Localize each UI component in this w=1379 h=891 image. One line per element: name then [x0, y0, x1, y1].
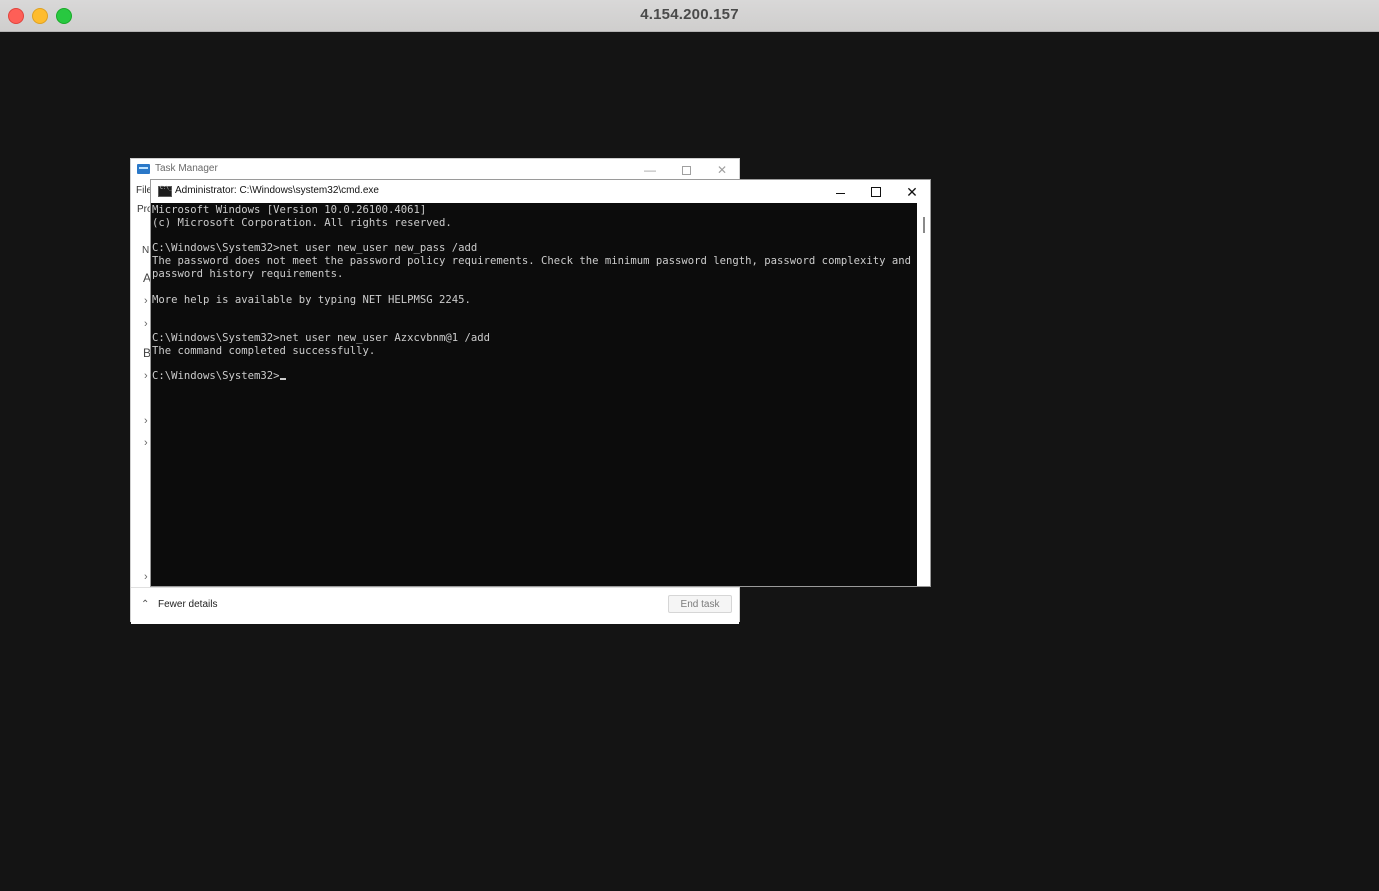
cmd-minimize-button[interactable]: [825, 182, 855, 202]
console-output: Microsoft Windows [Version 10.0.26100.40…: [152, 204, 911, 383]
expand-chevron-icon[interactable]: ›: [144, 318, 148, 330]
scrollbar-thumb[interactable]: [923, 217, 925, 233]
remote-window-titlebar: 4.154.200.157: [0, 0, 1379, 32]
chevron-up-icon[interactable]: ⌃: [141, 599, 149, 610]
fewer-details-link[interactable]: Fewer details: [158, 599, 217, 610]
column-header-fragment: N: [142, 245, 150, 256]
expand-chevron-icon[interactable]: ›: [144, 571, 148, 583]
task-manager-titlebar[interactable]: Task Manager — ✕: [131, 159, 739, 180]
expand-chevron-icon[interactable]: ›: [144, 295, 148, 307]
text-cursor: [279, 378, 286, 381]
cmd-close-button[interactable]: ✕: [897, 182, 927, 202]
task-manager-process-list: N A › › B › › › ›: [131, 207, 151, 587]
cmd-icon: [158, 185, 172, 197]
cmd-titlebar[interactable]: Administrator: C:\Windows\system32\cmd.e…: [151, 180, 930, 203]
task-manager-minimize-button[interactable]: —: [636, 161, 664, 179]
console-prompt: C:\Windows\System32>: [152, 370, 280, 383]
task-manager-footer: ⌃ Fewer details End task: [131, 587, 739, 624]
end-task-button[interactable]: End task: [668, 595, 732, 613]
task-manager-icon: [137, 164, 150, 174]
minimize-icon: [835, 192, 845, 194]
expand-chevron-icon[interactable]: ›: [144, 437, 148, 449]
task-manager-close-button[interactable]: ✕: [708, 161, 736, 179]
cmd-title: Administrator: C:\Windows\system32\cmd.e…: [175, 185, 379, 196]
maximize-icon: [681, 166, 691, 175]
console-output-area[interactable]: Microsoft Windows [Version 10.0.26100.40…: [151, 203, 917, 586]
expand-chevron-icon[interactable]: ›: [144, 415, 148, 427]
cmd-maximize-button[interactable]: [861, 182, 891, 202]
task-manager-title: Task Manager: [155, 163, 218, 174]
remote-window-title: 4.154.200.157: [640, 6, 739, 23]
cmd-window[interactable]: Administrator: C:\Windows\system32\cmd.e…: [150, 179, 931, 587]
task-manager-maximize-button[interactable]: [672, 161, 700, 179]
maximize-icon: [871, 187, 881, 197]
expand-chevron-icon[interactable]: ›: [144, 370, 148, 382]
console-history: Microsoft Windows [Version 10.0.26100.40…: [152, 204, 911, 357]
console-scrollbar[interactable]: [917, 203, 930, 586]
